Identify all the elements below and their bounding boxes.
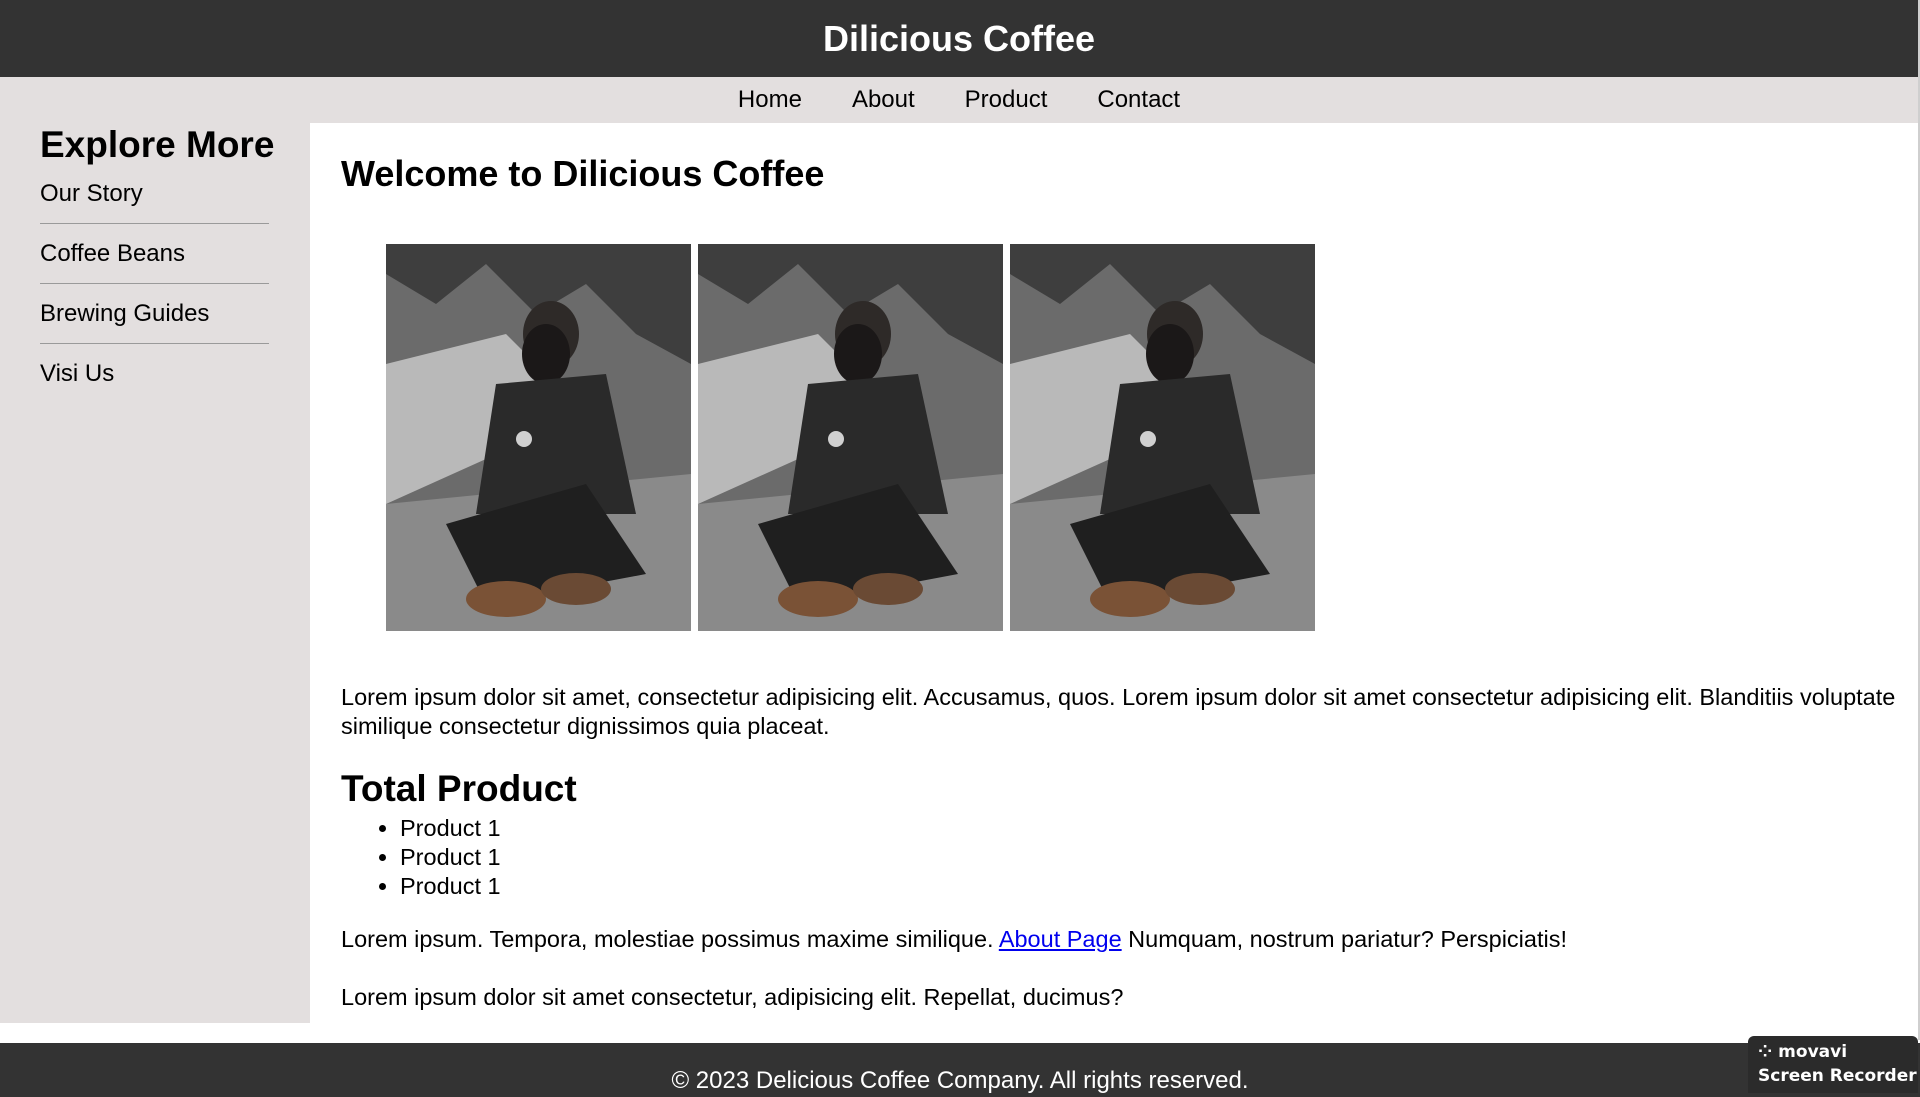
sidebar-list: Our Story Coffee Beans Brewing Guides Vi… — [40, 179, 269, 404]
main-content: Welcome to Dilicious Coffee Lorem ipsum … — [310, 123, 1918, 1040]
photo-gallery — [386, 244, 1315, 631]
intro-paragraph: Lorem ipsum dolor sit amet, consectetur … — [341, 684, 1896, 739]
site-title: Dilicious Coffee — [822, 17, 1096, 59]
sidebar-title: Explore More — [40, 124, 275, 165]
main-nav: Home About Product Contact — [0, 77, 1918, 123]
watermark-brand: ⁘ movavi — [1758, 1042, 1848, 1062]
nav-product[interactable]: Product — [965, 86, 1048, 114]
welcome-title: Welcome to Dilicious Coffee — [341, 153, 825, 194]
gallery-photo — [386, 244, 691, 631]
nav-home[interactable]: Home — [738, 86, 802, 114]
about-paragraph: Lorem ipsum. Tempora, molestiae possimus… — [341, 925, 1901, 954]
nav-contact[interactable]: Contact — [1097, 86, 1180, 114]
about-paragraph-text-after: Numquam, nostrum pariatur? Perspiciatis! — [1121, 926, 1568, 952]
sidebar-item-visit-us[interactable]: Visi Us — [40, 344, 269, 404]
gallery-photo — [1010, 244, 1315, 631]
sidebar: Explore More Our Story Coffee Beans Brew… — [0, 123, 310, 1023]
site-footer: © 2023 Delicious Coffee Company. All rig… — [0, 1043, 1920, 1097]
recorder-watermark: ⁘ movavi Screen Recorder — [1748, 1036, 1918, 1093]
watermark-brand-text: movavi — [1778, 1042, 1848, 1062]
list-item: Product 1 — [400, 843, 501, 872]
nav-about[interactable]: About — [852, 86, 915, 114]
footer-copyright: © 2023 Delicious Coffee Company. All rig… — [671, 1067, 1249, 1094]
product-list: Product 1 Product 1 Product 1 — [341, 814, 501, 901]
about-paragraph-text-before: Lorem ipsum. Tempora, molestiae possimus… — [341, 926, 999, 952]
closing-paragraph: Lorem ipsum dolor sit amet consectetur, … — [341, 984, 1124, 1010]
page: Dilicious Coffee Home About Product Cont… — [0, 0, 1920, 1097]
watermark-subtitle: Screen Recorder — [1758, 1066, 1917, 1086]
about-page-link[interactable]: About Page — [999, 926, 1122, 952]
sidebar-item-our-story[interactable]: Our Story — [40, 179, 269, 224]
total-product-title: Total Product — [341, 768, 577, 809]
gallery-photo — [698, 244, 1003, 631]
site-header: Dilicious Coffee — [0, 0, 1920, 77]
list-item: Product 1 — [400, 872, 501, 901]
list-item: Product 1 — [400, 814, 501, 843]
sidebar-item-coffee-beans[interactable]: Coffee Beans — [40, 224, 269, 284]
sidebar-item-brewing-guides[interactable]: Brewing Guides — [40, 284, 269, 344]
